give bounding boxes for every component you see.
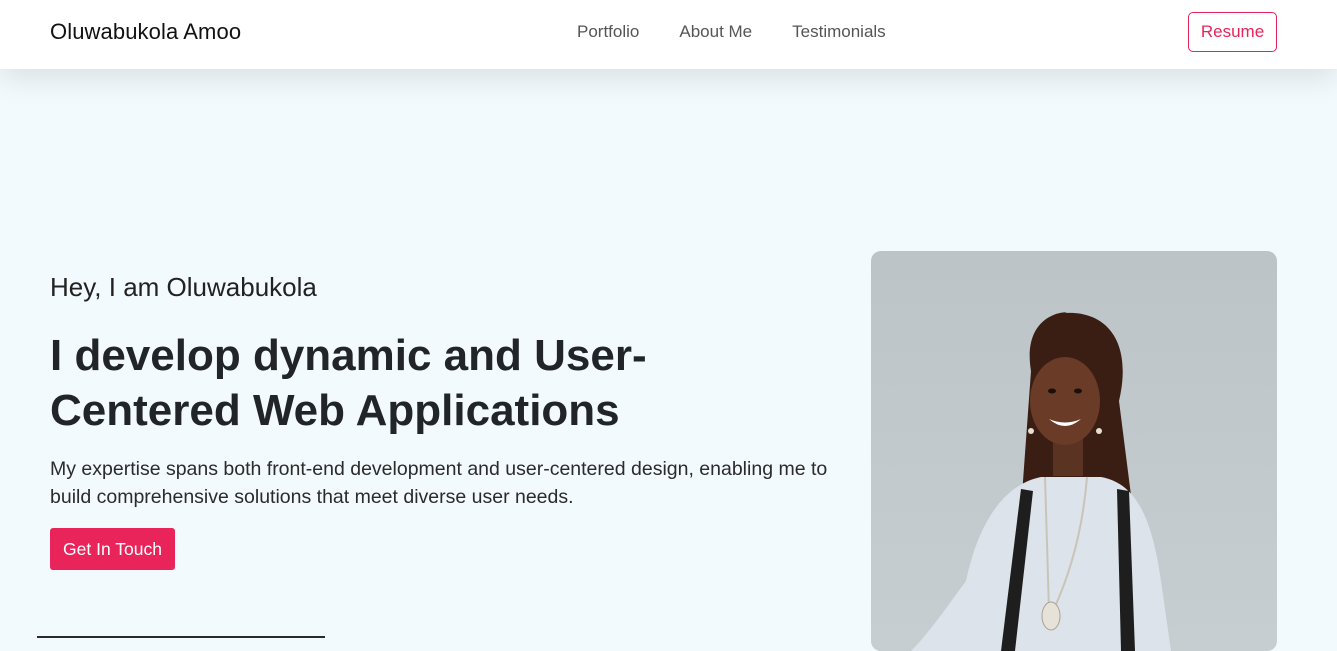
get-in-touch-button[interactable]: Get In Touch [50, 528, 175, 570]
nav-link-testimonials[interactable]: Testimonials [792, 22, 886, 42]
portrait-photo [871, 251, 1277, 651]
hero-description: My expertise spans both front-end develo… [50, 458, 828, 508]
navbar: Oluwabukola Amoo Portfolio About Me Test… [0, 0, 1337, 69]
nav-links: Portfolio About Me Testimonials [577, 22, 886, 42]
nav-link-portfolio[interactable]: Portfolio [577, 22, 639, 42]
nav-link-about-me[interactable]: About Me [679, 22, 752, 42]
brand-name[interactable]: Oluwabukola Amoo [50, 19, 241, 45]
hero-title: I develop dynamic and User-Centered Web … [50, 331, 647, 435]
resume-button[interactable]: Resume [1188, 12, 1277, 52]
hero-intro: Hey, I am Oluwabukola [50, 272, 317, 302]
portrait-illustration [911, 312, 1171, 651]
